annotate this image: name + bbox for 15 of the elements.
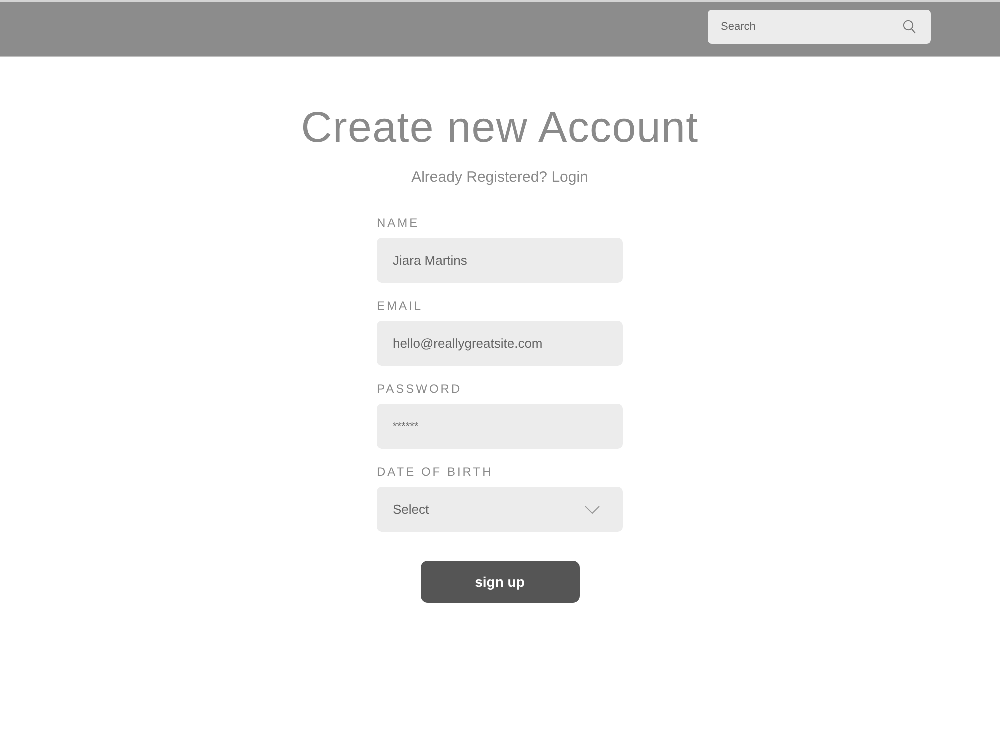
search-field[interactable]: Search bbox=[708, 10, 931, 44]
login-link[interactable]: Login bbox=[552, 169, 588, 186]
sign-up-button[interactable]: sign up bbox=[420, 561, 580, 603]
password-field[interactable]: ****** bbox=[377, 404, 623, 449]
input-field[interactable]: Jiara Martins bbox=[377, 238, 623, 283]
chevron-down-icon bbox=[585, 506, 600, 514]
page-title: Create new Account bbox=[301, 103, 699, 154]
search-icon[interactable] bbox=[903, 20, 916, 34]
select-field[interactable]: Select bbox=[377, 487, 623, 532]
field-label: DATE OF BIRTH bbox=[377, 465, 494, 479]
input-field[interactable]: hello@reallygreatsite.com bbox=[377, 321, 623, 366]
field-label: NAME bbox=[377, 216, 421, 230]
already-registered-text: Already Registered? bbox=[412, 169, 548, 186]
field-label: PASSWORD bbox=[377, 382, 464, 396]
field-label: EMAIL bbox=[377, 299, 424, 313]
